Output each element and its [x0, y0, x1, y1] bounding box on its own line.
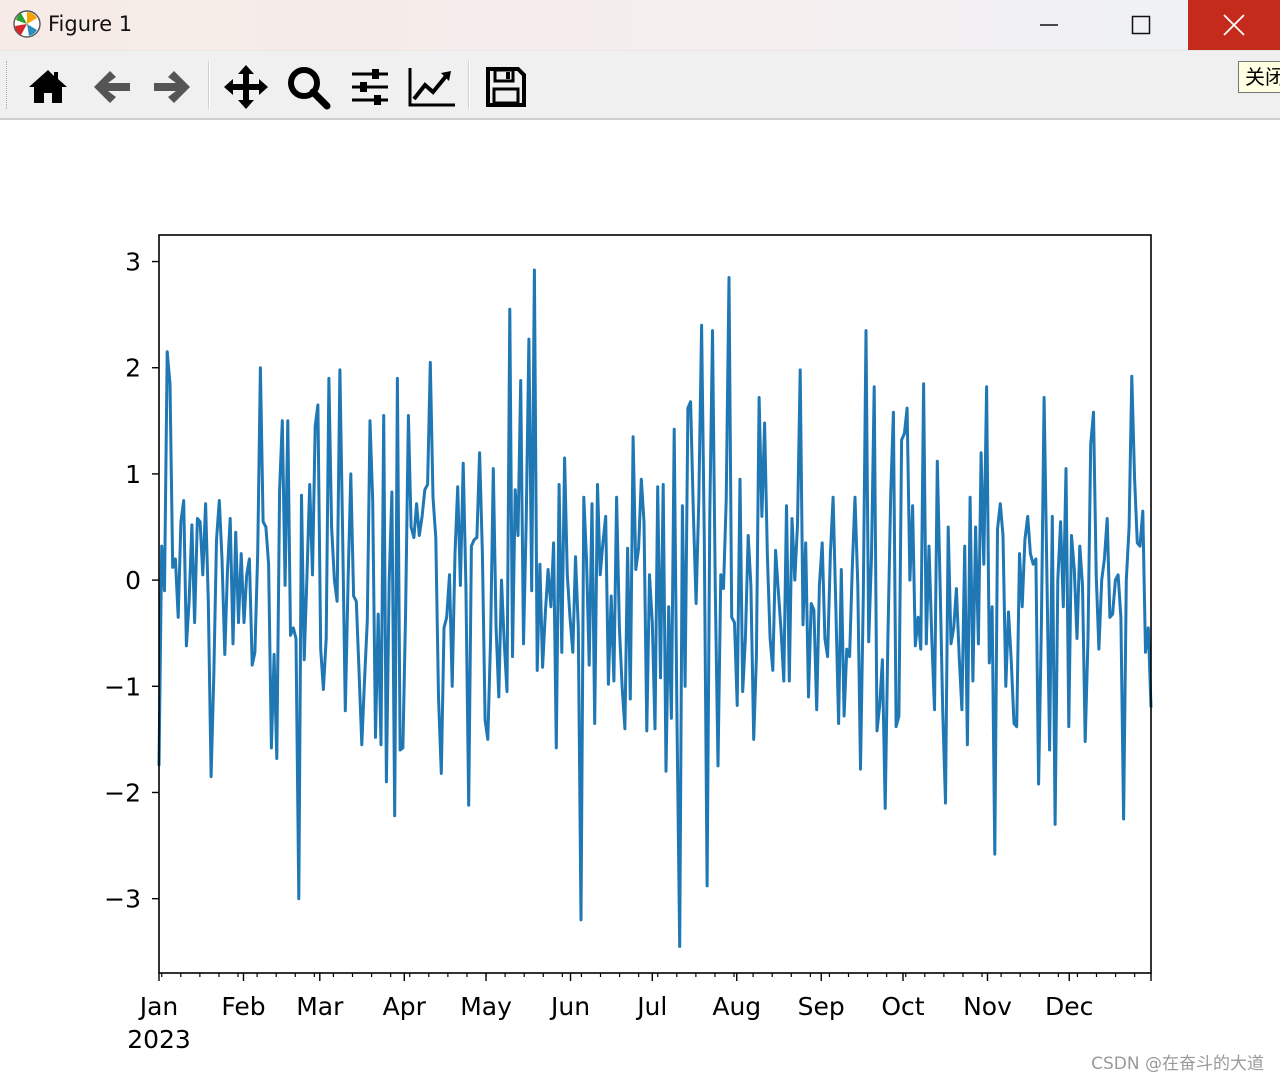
x-tick-label: Aug	[712, 992, 761, 1021]
app-icon	[13, 10, 41, 38]
configure-subplots-button[interactable]	[344, 61, 396, 113]
pan-button[interactable]	[220, 61, 272, 113]
x-tick-label: Jun	[549, 992, 590, 1021]
window-title: Figure 1	[48, 12, 133, 36]
save-button[interactable]	[480, 61, 532, 113]
toolbar-separator	[208, 61, 210, 109]
forward-button[interactable]	[146, 61, 198, 113]
x-tick-label: Jan	[138, 992, 179, 1021]
back-arrow-icon	[94, 71, 130, 103]
maximize-icon	[1131, 15, 1151, 35]
tooltip: 关闭	[1238, 61, 1280, 93]
x-tick-label: Nov	[963, 992, 1012, 1021]
y-tick-label: 1	[125, 460, 141, 489]
pan-icon	[224, 65, 268, 109]
navigation-toolbar	[0, 51, 1280, 120]
save-icon	[486, 67, 526, 107]
home-icon	[29, 70, 67, 103]
edit-axis-button[interactable]	[406, 61, 458, 113]
maximize-button[interactable]	[1095, 0, 1187, 50]
home-button[interactable]	[22, 61, 74, 113]
x-tick-label: Sep	[798, 992, 845, 1021]
minimize-icon	[1040, 24, 1058, 26]
x-tick-label: Dec	[1045, 992, 1093, 1021]
x-tick-label: Apr	[383, 992, 427, 1021]
watermark: CSDN @在奋斗的大道	[1091, 1054, 1264, 1074]
minimize-button[interactable]	[1003, 0, 1095, 50]
toolbar-separator	[468, 61, 470, 109]
y-tick-label: 2	[125, 354, 141, 383]
zoom-icon	[288, 67, 331, 110]
y-tick-label: −3	[104, 885, 141, 914]
close-button[interactable]	[1188, 0, 1280, 50]
back-button[interactable]	[86, 61, 138, 113]
line-chart: 3 2 1 0 −1 −2 −3 Jan Feb Mar Apr May Jun Jul Aug Sep Oct…	[104, 234, 1153, 1054]
window-titlebar: Figure 1	[0, 0, 1280, 51]
y-tick-label: −2	[104, 778, 141, 807]
data-series-line	[157, 268, 1153, 948]
y-tick-label: 3	[125, 248, 141, 277]
y-tick-label: −1	[104, 672, 141, 701]
x-tick-label: Oct	[881, 992, 924, 1021]
x-year-label: 2023	[127, 1025, 191, 1054]
configure-subplots-icon	[352, 69, 388, 105]
zoom-button[interactable]	[282, 61, 334, 113]
x-tick-label: Feb	[221, 992, 265, 1021]
x-tick-label: May	[460, 992, 512, 1021]
x-tick-label: Jul	[635, 992, 667, 1021]
forward-arrow-icon	[154, 71, 190, 103]
y-tick-label: 0	[125, 566, 141, 595]
x-tick-label: Mar	[296, 992, 344, 1021]
figure-canvas[interactable]: 3 2 1 0 −1 −2 −3 Jan Feb Mar Apr May Jun Jul Aug Sep Oct…	[0, 120, 1280, 1082]
edit-axis-icon	[408, 68, 455, 107]
close-icon	[1223, 14, 1245, 36]
toolbar-grip	[6, 61, 9, 109]
